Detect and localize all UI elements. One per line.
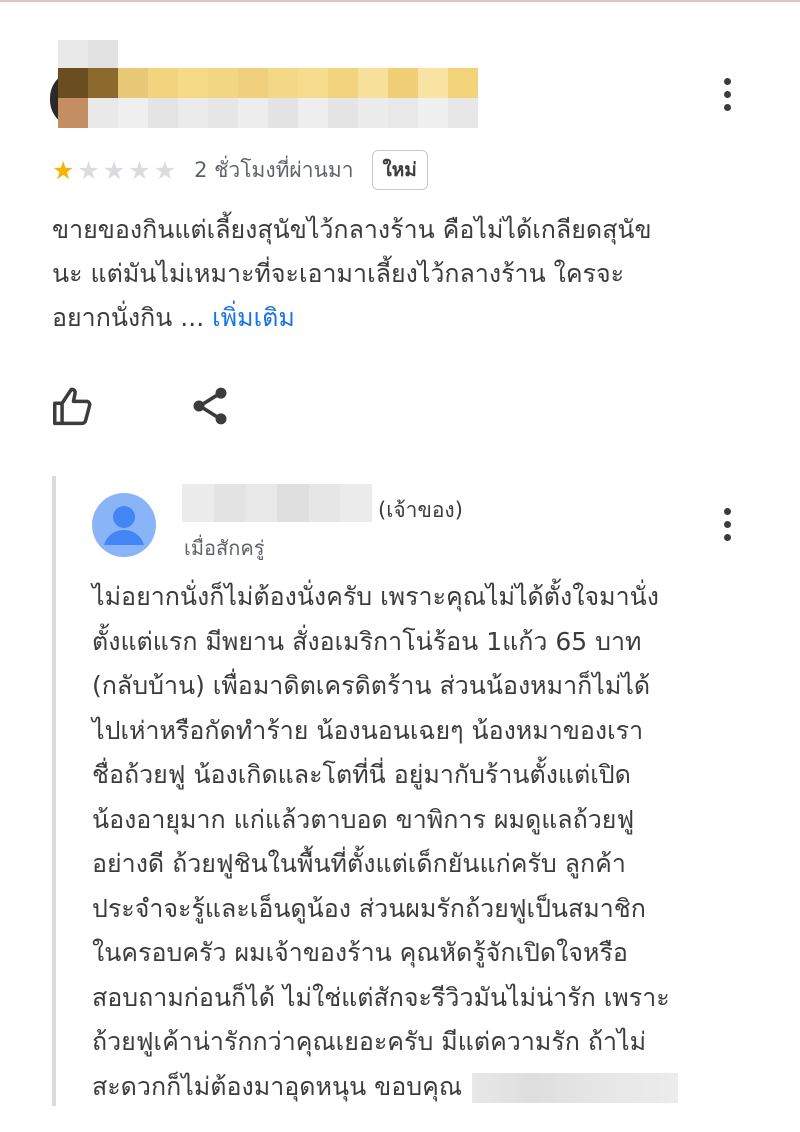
star-empty-icon: ★ bbox=[77, 155, 100, 185]
reply-line: ไม่อยากนั่งก็ไม่ต้องนั่งครับ เพราะคุณไม่… bbox=[92, 582, 659, 611]
owner-label: (เจ้าของ) bbox=[378, 498, 463, 522]
reply-line: ในครอบครัว ผมเจ้าของร้าน คุณหัดรู้จักเปิ… bbox=[92, 938, 628, 967]
star-empty-icon: ★ bbox=[128, 155, 151, 185]
reply-line: สอบถามก่อนก็ได้ ไม่ใช่แต่สักจะรีวิวมันไม… bbox=[92, 982, 670, 1012]
reply-line: ไปเห่าหรือกัดทำร้าย น้องนอนเฉยๆ น้องหมาข… bbox=[92, 715, 644, 745]
redacted-name bbox=[472, 1072, 679, 1103]
star-empty-icon: ★ bbox=[102, 155, 126, 185]
star-rating: ★ ★ ★ ★ ★ bbox=[52, 158, 176, 183]
rating-row: ★ ★ ★ ★ ★ 2 ชั่วโมงที่ผ่านมา ใหม่ bbox=[52, 150, 428, 190]
review-line: อยากนั่งกิน ... เพิ่มเติม bbox=[52, 303, 295, 332]
person-icon[interactable] bbox=[92, 493, 156, 557]
reply-indent-bar bbox=[52, 476, 56, 1106]
reply-line: น้องอายุมาก แก่แล้วตาบอด ขาพิการ ผมดูแลถ… bbox=[92, 804, 635, 834]
reviewer-name-redacted[interactable] bbox=[58, 68, 478, 98]
more-vert-icon[interactable] bbox=[720, 508, 734, 541]
owner-reply-body: ไม่อยากนั่งก็ไม่ต้องนั่งครับ เพราะคุณไม่… bbox=[92, 575, 752, 1109]
reply-line: ถ้วยฟูเค้าน่ารักกว่าคุณเยอะครับ มีแต่ควา… bbox=[92, 1027, 647, 1056]
review-body: ขายของกินแต่เลี้ยงสุนัขไว้กลางร้าน คือไม… bbox=[52, 208, 772, 340]
owner-reply-time: เมื่อสักครู่ bbox=[184, 536, 265, 560]
review-line: ขายของกินแต่เลี้ยงสุนัขไว้กลางร้าน คือไม… bbox=[52, 215, 652, 244]
reviewer-name-redacted-top bbox=[58, 40, 118, 68]
reply-line: อย่างดี ถ้วยฟูชินในพื้นที่ตั้งแต่เด็กยัน… bbox=[92, 849, 626, 878]
more-link[interactable]: เพิ่มเติม bbox=[212, 303, 295, 332]
top-divider bbox=[0, 0, 800, 2]
reply-line: สะดวกก็ไม่ต้องมาอุดหนุน ขอบคุณ bbox=[92, 1065, 752, 1110]
reply-line: ประจำจะรู้และเอ็นดูน้อง ส่วนผมรักถ้วยฟูเ… bbox=[92, 893, 646, 923]
new-badge: ใหม่ bbox=[371, 150, 428, 190]
reply-line: ชื่อถ้วยฟู น้องเกิดและโตที่นี่ อยู่มากับ… bbox=[92, 760, 631, 789]
owner-name-redacted[interactable] bbox=[182, 484, 373, 522]
review-time: 2 ชั่วโมงที่ผ่านมา bbox=[194, 157, 354, 182]
review-line: นะ แต่มันไม่เหมาะที่จะเอามาเลี้ยงไว้กลาง… bbox=[52, 259, 625, 288]
thumbs-up-icon[interactable] bbox=[52, 384, 96, 428]
reply-line: (กลับบ้าน) เพื่อมาดิตเครดิตร้าน ส่วนน้อง… bbox=[92, 671, 651, 700]
share-icon[interactable] bbox=[188, 384, 232, 428]
review-actions bbox=[52, 384, 232, 428]
reviewer-name-redacted-bottom bbox=[58, 98, 478, 128]
star-empty-icon: ★ bbox=[153, 155, 177, 185]
more-vert-icon[interactable] bbox=[720, 78, 734, 111]
reply-line: ตั้งแต่แรก มีพยาน สั่งอเมริกาโน่ร้อน 1แก… bbox=[92, 626, 642, 656]
star-filled-icon: ★ bbox=[52, 155, 75, 185]
